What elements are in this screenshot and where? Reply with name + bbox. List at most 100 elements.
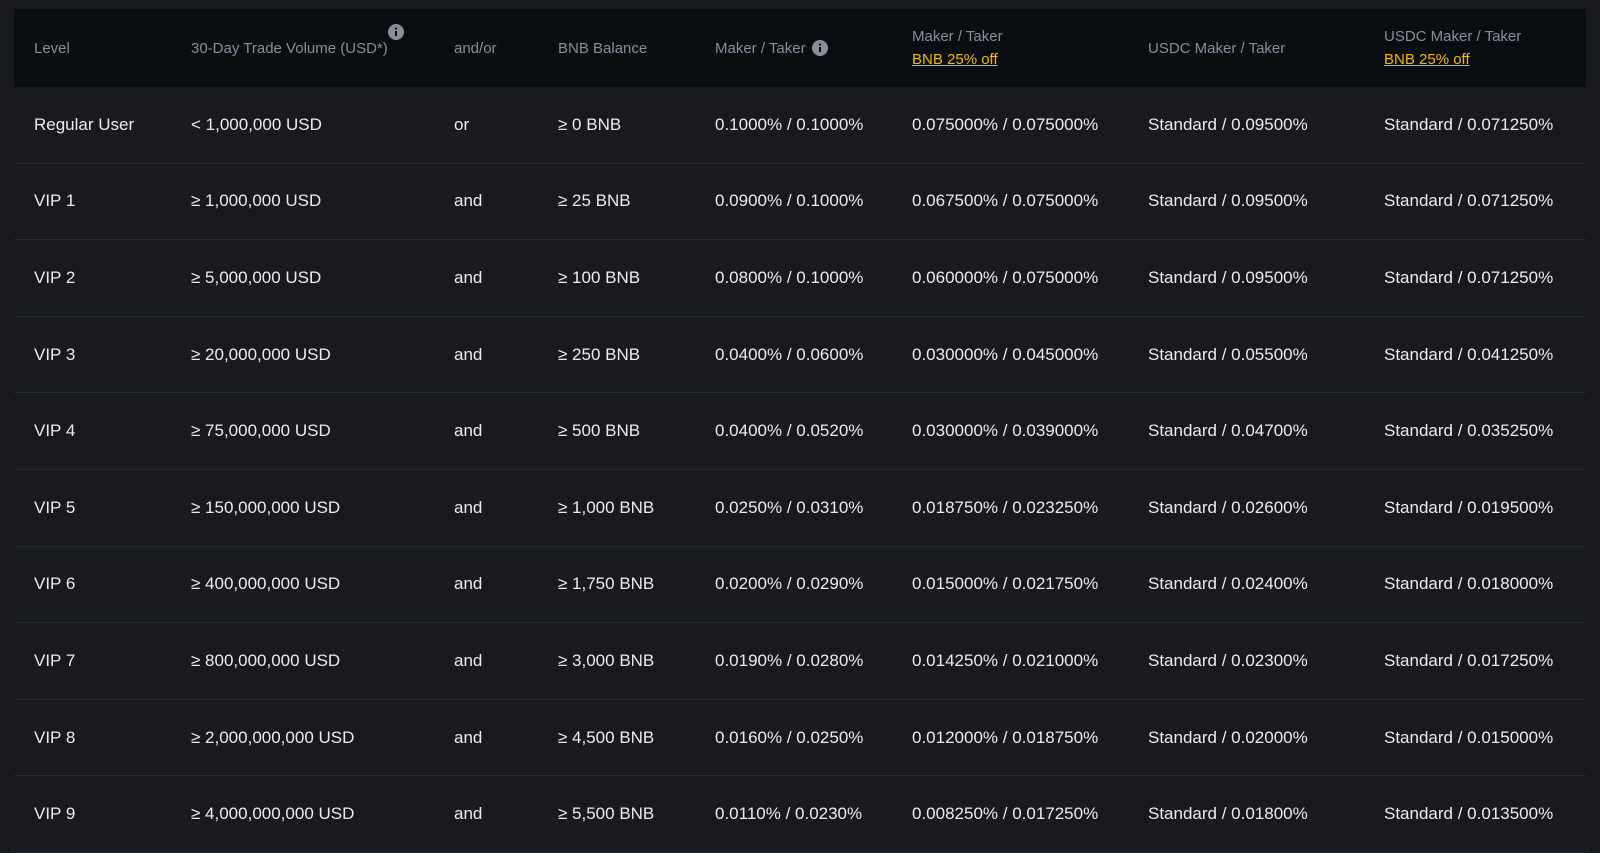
table-row: VIP 5 ≥ 150,000,000 USD and ≥ 1,000 BNB … xyxy=(14,470,1586,547)
table-row: VIP 4 ≥ 75,000,000 USD and ≥ 500 BNB 0.0… xyxy=(14,393,1586,470)
cell-andor: and xyxy=(454,727,483,747)
header-volume-line2: (USD*) xyxy=(340,39,388,57)
cell-level: VIP 7 xyxy=(34,650,76,670)
cell-andor: and xyxy=(454,574,483,594)
cell-volume: ≥ 20,000,000 USD xyxy=(191,344,331,364)
cell-maker-taker: 0.0800% / 0.1000% xyxy=(715,267,864,287)
cell-maker-taker-bnb: 0.012000% / 0.018750% xyxy=(912,727,1099,747)
cell-usdc-maker-taker-bnb: Standard / 0.071250% xyxy=(1384,191,1554,211)
cell-maker-taker: 0.0900% / 0.1000% xyxy=(715,191,864,211)
cell-usdc-maker-taker: Standard / 0.09500% xyxy=(1148,267,1308,287)
header-volume-line1: 30-Day Trade Volume xyxy=(191,39,337,57)
bnb-discount-link[interactable]: BNB 25% off xyxy=(912,48,1128,71)
cell-level: VIP 2 xyxy=(34,267,76,287)
cell-usdc-maker-taker: Standard / 0.09500% xyxy=(1148,191,1308,211)
cell-volume: ≥ 4,000,000,000 USD xyxy=(191,804,355,824)
cell-maker-taker-bnb: 0.008250% / 0.017250% xyxy=(912,804,1099,824)
cell-maker-taker-bnb: 0.014250% / 0.021000% xyxy=(912,650,1099,670)
cell-maker-taker-bnb: 0.067500% / 0.075000% xyxy=(912,191,1099,211)
info-icon[interactable] xyxy=(388,23,404,40)
cell-usdc-maker-taker: Standard / 0.04700% xyxy=(1148,421,1308,441)
cell-andor: and xyxy=(454,497,483,517)
cell-maker-taker: 0.0160% / 0.0250% xyxy=(715,727,864,747)
cell-maker-taker: 0.0400% / 0.0520% xyxy=(715,421,864,441)
header-maker-taker-bnb: Maker / Taker BNB 25% off xyxy=(892,25,1128,71)
cell-bnb-balance: ≥ 5,500 BNB xyxy=(558,804,655,824)
cell-volume: ≥ 1,000,000 USD xyxy=(191,191,322,211)
info-icon[interactable] xyxy=(811,40,828,56)
cell-usdc-maker-taker-bnb: Standard / 0.071250% xyxy=(1384,114,1554,134)
header-maker-taker: Maker / Taker xyxy=(695,37,892,60)
table-row: Regular User < 1,000,000 USD or ≥ 0 BNB … xyxy=(14,87,1586,164)
usdc-bnb-discount-link[interactable]: BNB 25% off xyxy=(1384,48,1586,71)
cell-level: VIP 5 xyxy=(34,497,76,517)
cell-volume: ≥ 150,000,000 USD xyxy=(191,497,341,517)
table-row: VIP 1 ≥ 1,000,000 USD and ≥ 25 BNB 0.090… xyxy=(14,164,1586,241)
header-andor: and/or xyxy=(454,39,497,57)
header-level: Level xyxy=(34,39,70,57)
cell-andor: and xyxy=(454,344,483,364)
cell-maker-taker-bnb: 0.030000% / 0.045000% xyxy=(912,344,1099,364)
cell-maker-taker: 0.0190% / 0.0280% xyxy=(715,650,864,670)
table-row: VIP 9 ≥ 4,000,000,000 USD and ≥ 5,500 BN… xyxy=(14,776,1586,853)
cell-andor: and xyxy=(454,804,483,824)
table-row: VIP 2 ≥ 5,000,000 USD and ≥ 100 BNB 0.08… xyxy=(14,240,1586,317)
cell-bnb-balance: ≥ 4,500 BNB xyxy=(558,727,655,747)
cell-level: VIP 4 xyxy=(34,421,76,441)
cell-usdc-maker-taker: Standard / 0.02400% xyxy=(1148,574,1308,594)
header-usdc-maker-taker-bnb: USDC Maker / Taker BNB 25% off xyxy=(1364,25,1586,71)
cell-level: VIP 9 xyxy=(34,804,76,824)
header-maker-taker-bnb-label: Maker / Taker xyxy=(912,28,1003,45)
cell-usdc-maker-taker-bnb: Standard / 0.035250% xyxy=(1384,421,1554,441)
table-body: Regular User < 1,000,000 USD or ≥ 0 BNB … xyxy=(14,87,1586,853)
cell-usdc-maker-taker: Standard / 0.02300% xyxy=(1148,650,1308,670)
cell-bnb-balance: ≥ 25 BNB xyxy=(558,191,631,211)
table-row: VIP 8 ≥ 2,000,000,000 USD and ≥ 4,500 BN… xyxy=(14,700,1586,777)
table-row: VIP 3 ≥ 20,000,000 USD and ≥ 250 BNB 0.0… xyxy=(14,317,1586,394)
cell-volume: ≥ 5,000,000 USD xyxy=(191,267,322,287)
cell-maker-taker: 0.0400% / 0.0600% xyxy=(715,344,864,364)
cell-usdc-maker-taker: Standard / 0.02600% xyxy=(1148,497,1308,517)
cell-andor: and xyxy=(454,650,483,670)
header-volume: 30-Day Trade Volume (USD*) xyxy=(171,23,434,60)
cell-bnb-balance: ≥ 500 BNB xyxy=(558,421,641,441)
cell-bnb-balance: ≥ 100 BNB xyxy=(558,267,641,287)
cell-andor: and xyxy=(454,191,483,211)
table-header: Level 30-Day Trade Volume (USD*) and/or … xyxy=(14,9,1586,87)
cell-usdc-maker-taker-bnb: Standard / 0.019500% xyxy=(1384,497,1554,517)
cell-level: VIP 8 xyxy=(34,727,76,747)
cell-volume: ≥ 400,000,000 USD xyxy=(191,574,341,594)
cell-usdc-maker-taker-bnb: Standard / 0.013500% xyxy=(1384,804,1554,824)
cell-level: VIP 6 xyxy=(34,574,76,594)
cell-usdc-maker-taker: Standard / 0.05500% xyxy=(1148,344,1308,364)
cell-usdc-maker-taker: Standard / 0.02000% xyxy=(1148,727,1308,747)
cell-level: Regular User xyxy=(34,114,135,134)
cell-usdc-maker-taker-bnb: Standard / 0.018000% xyxy=(1384,574,1554,594)
cell-level: VIP 3 xyxy=(34,344,76,364)
cell-andor: and xyxy=(454,267,483,287)
cell-usdc-maker-taker-bnb: Standard / 0.017250% xyxy=(1384,650,1554,670)
header-bnb-balance: BNB Balance xyxy=(558,39,648,57)
cell-usdc-maker-taker-bnb: Standard / 0.041250% xyxy=(1384,344,1554,364)
cell-andor: and xyxy=(454,421,483,441)
cell-maker-taker: 0.1000% / 0.1000% xyxy=(715,114,864,134)
cell-maker-taker: 0.0250% / 0.0310% xyxy=(715,497,864,517)
header-maker-taker-label: Maker / Taker xyxy=(715,39,806,57)
cell-usdc-maker-taker: Standard / 0.01800% xyxy=(1148,804,1308,824)
fee-table: Level 30-Day Trade Volume (USD*) and/or … xyxy=(14,9,1586,853)
cell-bnb-balance: ≥ 1,000 BNB xyxy=(558,497,655,517)
cell-maker-taker-bnb: 0.030000% / 0.039000% xyxy=(912,421,1099,441)
cell-usdc-maker-taker-bnb: Standard / 0.071250% xyxy=(1384,267,1554,287)
cell-maker-taker-bnb: 0.060000% / 0.075000% xyxy=(912,267,1099,287)
cell-bnb-balance: ≥ 0 BNB xyxy=(558,114,622,134)
cell-bnb-balance: ≥ 250 BNB xyxy=(558,344,641,364)
header-usdc-maker-taker-bnb-label: USDC Maker / Taker xyxy=(1384,28,1522,45)
cell-andor: or xyxy=(454,114,470,134)
cell-maker-taker: 0.0200% / 0.0290% xyxy=(715,574,864,594)
cell-maker-taker-bnb: 0.018750% / 0.023250% xyxy=(912,497,1099,517)
cell-maker-taker-bnb: 0.075000% / 0.075000% xyxy=(912,114,1099,134)
cell-level: VIP 1 xyxy=(34,191,76,211)
cell-volume: ≥ 2,000,000,000 USD xyxy=(191,727,355,747)
table-row: VIP 7 ≥ 800,000,000 USD and ≥ 3,000 BNB … xyxy=(14,623,1586,700)
cell-volume: < 1,000,000 USD xyxy=(191,114,322,134)
